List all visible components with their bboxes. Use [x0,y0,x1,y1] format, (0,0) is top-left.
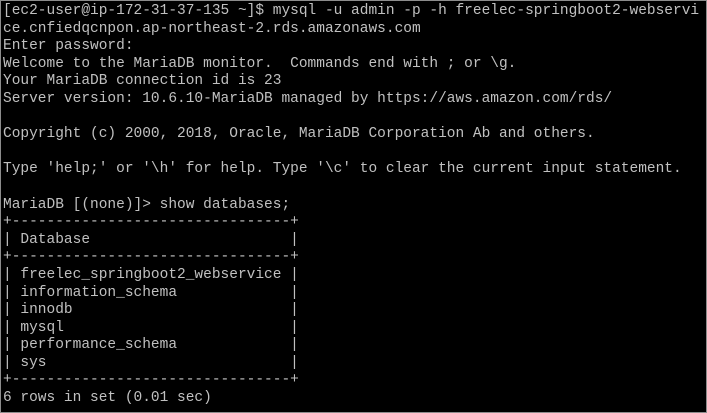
server-version-line: Server version: 10.6.10-MariaDB managed … [3,90,613,107]
password-prompt-line: Enter password: [3,38,134,55]
help-hint-line: Type 'help;' or '\h' for help. Type '\c'… [3,161,682,178]
shell-prompt-command-line: [ec2-user@ip-172-31-37-135 ~]$ mysql -u … [3,3,700,19]
copyright-line: Copyright (c) 2000, 2018, Oracle, MariaD… [3,126,595,143]
table-row: | sys | [3,354,299,371]
welcome-message-line: Welcome to the MariaDB monitor. Commands… [3,55,517,72]
mariadb-prompt-line: MariaDB [(none)]> show databases; [3,196,291,213]
terminal-output: [ec2-user@ip-172-31-37-135 ~]$ mysql -u … [3,3,699,408]
table-border-line: +--------------------------------+ [3,214,299,231]
table-row: | information_schema | [3,284,299,301]
table-row: | innodb | [3,302,299,319]
result-summary-line: 6 rows in set (0.01 sec) [3,390,212,407]
table-border-line: +--------------------------------+ [3,249,299,266]
table-border-line: +--------------------------------+ [3,372,299,389]
table-row: | mysql | [3,319,299,336]
connection-id-line: Your MariaDB connection id is 23 [3,73,282,90]
table-header-row: | Database | [3,231,299,248]
table-row: | freelec_springboot2_webservice | [3,266,299,283]
terminal-window[interactable]: [ec2-user@ip-172-31-37-135 ~]$ mysql -u … [0,0,707,413]
command-continuation-line: ce.cnfiedqcnpon.ap-northeast-2.rds.amazo… [3,20,421,37]
table-row: | performance_schema | [3,337,299,354]
